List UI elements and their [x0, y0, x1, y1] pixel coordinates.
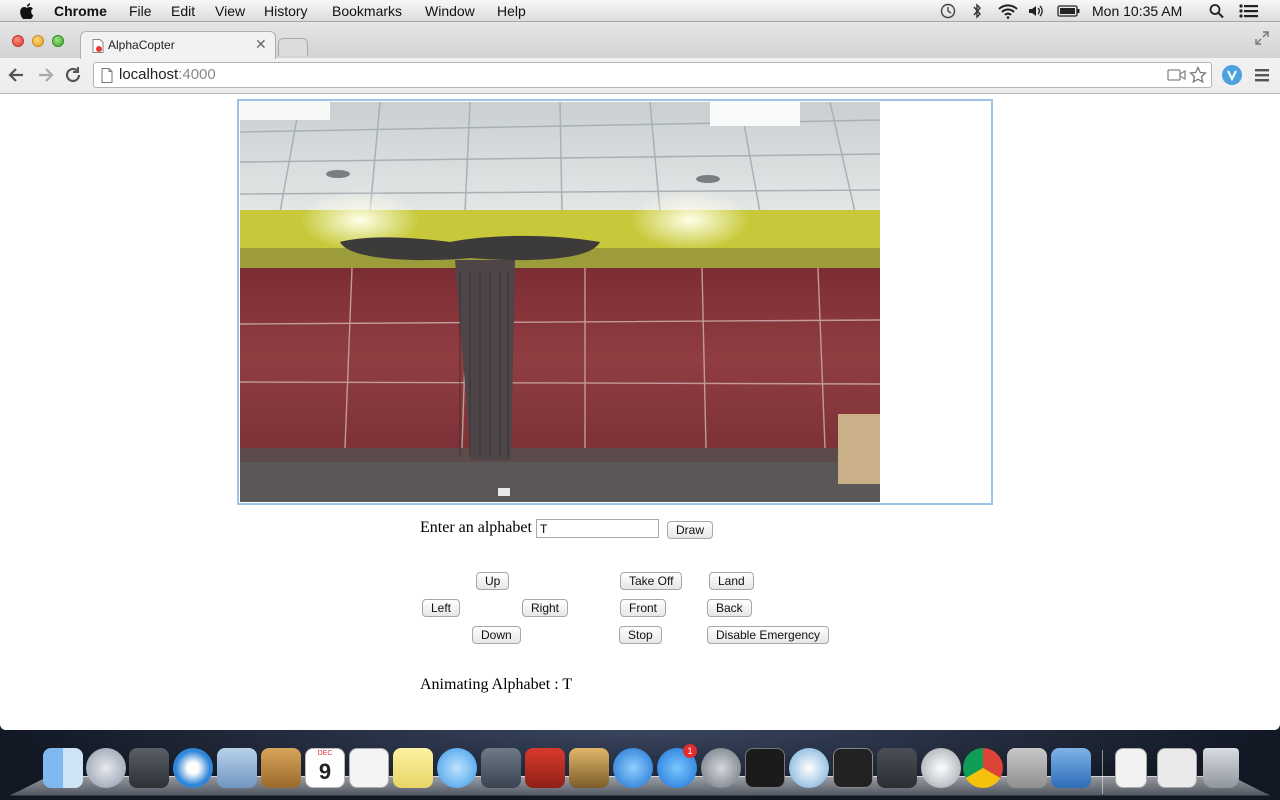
close-tab-icon[interactable]: ✕ — [255, 36, 267, 53]
finder-icon[interactable] — [43, 748, 83, 788]
mail-icon[interactable] — [217, 748, 257, 788]
calendar-month: DEC — [317, 750, 333, 757]
xcode-icon[interactable] — [1051, 748, 1091, 788]
chrome-icon[interactable] — [963, 748, 1003, 788]
new-tab-button[interactable] — [278, 38, 308, 56]
menu-bar: Chrome File Edit View History Bookmarks … — [0, 0, 1280, 22]
animation-status: Animating Alphabet : T — [420, 676, 573, 693]
page-content: Enter an alphabet Draw Up Left Right Dow… — [0, 94, 1280, 730]
app-store-badge: 1 — [683, 744, 697, 758]
front-button[interactable]: Front — [620, 599, 667, 617]
down-button[interactable]: Down — [472, 626, 521, 644]
system-preferences-icon[interactable] — [701, 748, 741, 788]
apple-icon[interactable] — [19, 3, 34, 19]
fullscreen-icon[interactable] — [1255, 31, 1269, 45]
menu-file[interactable]: File — [129, 2, 152, 20]
url-port: :4000 — [178, 66, 216, 83]
alphabet-input[interactable] — [536, 519, 659, 538]
right-button[interactable]: Right — [522, 599, 569, 617]
mamp-icon[interactable] — [1157, 748, 1197, 788]
menu-edit[interactable]: Edit — [171, 2, 195, 20]
camera-icon[interactable] — [1167, 68, 1187, 82]
tab-title: AlphaCopter — [108, 38, 175, 52]
calendar-icon[interactable]: DEC 9 — [305, 748, 345, 788]
zoom-window-button[interactable] — [52, 35, 64, 47]
reload-icon[interactable] — [62, 64, 84, 86]
itunes-icon[interactable] — [613, 748, 653, 788]
close-window-button[interactable] — [12, 35, 24, 47]
menu-view[interactable]: View — [215, 2, 245, 20]
app-store-icon[interactable]: 1 — [657, 744, 697, 788]
bookmark-star-icon[interactable] — [1189, 66, 1207, 84]
notes-icon[interactable] — [393, 748, 433, 788]
calculator-icon[interactable] — [1007, 748, 1047, 788]
menu-clock[interactable]: Mon 10:35 AM — [1092, 2, 1182, 20]
spotlight-icon[interactable] — [1208, 3, 1226, 19]
archive-icon[interactable] — [1115, 748, 1147, 788]
menu-history[interactable]: History — [264, 2, 308, 20]
terminal-icon[interactable] — [745, 748, 785, 788]
stop-button[interactable]: Stop — [619, 626, 662, 644]
menu-icon[interactable] — [1254, 67, 1270, 83]
notification-center-icon[interactable] — [1238, 3, 1260, 19]
video-container — [237, 99, 993, 505]
iphoto-icon[interactable] — [569, 748, 609, 788]
left-button[interactable]: Left — [422, 599, 461, 617]
extension-icon[interactable] — [1222, 65, 1242, 85]
menu-app-name[interactable]: Chrome — [54, 2, 107, 20]
address-bar[interactable]: localhost:4000 — [93, 62, 1212, 88]
volume-icon[interactable] — [1027, 3, 1045, 19]
menu-window[interactable]: Window — [425, 2, 475, 20]
calendar-day: 9 — [318, 759, 332, 784]
url-host: localhost — [119, 66, 179, 83]
bluetooth-icon[interactable] — [968, 3, 986, 19]
sourcetree-2-icon[interactable] — [921, 748, 961, 788]
battery-icon[interactable] — [1057, 3, 1081, 19]
safari-icon[interactable] — [173, 748, 213, 788]
page-icon — [101, 68, 113, 83]
drone-camera-feed — [240, 102, 880, 502]
menu-bookmarks[interactable]: Bookmarks — [332, 2, 402, 20]
sublime-text-icon[interactable] — [877, 748, 917, 788]
sourcetree-icon[interactable] — [789, 748, 829, 788]
time-machine-icon[interactable] — [939, 3, 957, 19]
activity-monitor-icon[interactable] — [833, 748, 873, 788]
minimize-window-button[interactable] — [32, 35, 44, 47]
facetime-icon[interactable] — [481, 748, 521, 788]
photo-booth-icon[interactable] — [129, 748, 169, 788]
browser-toolbar: AlphaCopter ✕ localhost:4000 — [0, 22, 1280, 94]
alphabet-label: Enter an alphabet — [420, 519, 532, 536]
wifi-icon[interactable] — [997, 3, 1019, 19]
dock: DEC 9 1 — [0, 730, 1280, 800]
menu-help[interactable]: Help — [497, 2, 526, 20]
page-favicon-icon — [92, 39, 104, 53]
disable-emergency-button[interactable]: Disable Emergency — [707, 626, 830, 644]
back-icon[interactable] — [6, 64, 28, 86]
land-button[interactable]: Land — [709, 572, 754, 590]
trash-icon[interactable] — [1203, 748, 1239, 788]
photo-booth-2-icon[interactable] — [525, 748, 565, 788]
messages-icon[interactable] — [437, 748, 477, 788]
launchpad-icon[interactable] — [86, 748, 126, 788]
forward-icon[interactable] — [34, 64, 56, 86]
draw-button[interactable]: Draw — [667, 521, 714, 539]
up-button[interactable]: Up — [476, 572, 510, 590]
tab-alphacopter[interactable]: AlphaCopter ✕ — [80, 31, 276, 59]
take-off-button[interactable]: Take Off — [620, 572, 683, 590]
url-text: localhost:4000 — [119, 66, 216, 83]
back-button[interactable]: Back — [707, 599, 752, 617]
reminders-icon[interactable] — [349, 748, 389, 788]
contacts-icon[interactable] — [261, 748, 301, 788]
dock-separator — [1102, 750, 1103, 794]
